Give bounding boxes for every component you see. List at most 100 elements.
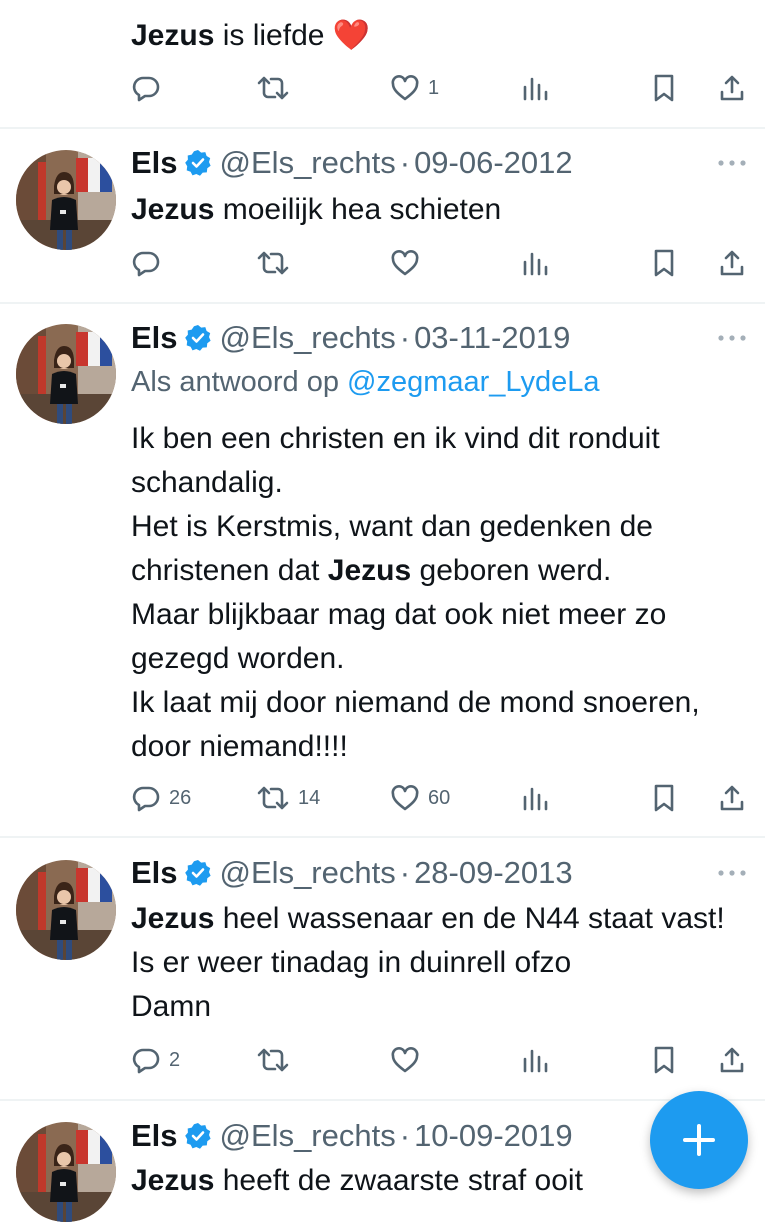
tweet-date[interactable]: 03-11-2019 [414, 320, 570, 356]
avatar-photo [16, 150, 116, 250]
share-button[interactable] [717, 1040, 747, 1080]
tweet-separator [0, 836, 765, 838]
retweet-icon [257, 251, 289, 275]
tweet-actions: 2 [131, 1040, 747, 1080]
separator-dot: · [399, 1118, 411, 1153]
more-button[interactable] [717, 143, 747, 183]
bookmark-icon [654, 784, 674, 812]
like-button[interactable] [390, 1040, 420, 1080]
compose-button[interactable] [650, 1091, 748, 1189]
reply-button[interactable] [131, 243, 161, 283]
author-name[interactable]: Els [131, 320, 178, 356]
reply-icon [132, 786, 160, 812]
views-icon [523, 787, 548, 811]
bookmark-icon [654, 74, 674, 102]
text-segment: geboren werd. [411, 554, 612, 587]
author-name[interactable]: Els [131, 855, 178, 891]
tweet-separator [0, 127, 765, 129]
avatar[interactable] [16, 324, 116, 424]
tweet-date[interactable]: 28-09-2013 [414, 855, 573, 891]
reply-icon [132, 1048, 160, 1074]
views-button[interactable] [521, 68, 549, 108]
text-segment: heeft de zwaarste straf ooit [214, 1164, 583, 1197]
tweet-header: Els @Els_rechts · 03-11-2019 [131, 318, 745, 358]
reply-count: 26 [169, 786, 192, 809]
avatar[interactable] [16, 1122, 116, 1222]
views-icon [523, 252, 548, 276]
like-button[interactable] [390, 243, 420, 283]
views-icon [523, 77, 548, 101]
share-button[interactable] [717, 68, 747, 108]
tweet-text: Jezus heeft de zwaarste straf ooit [131, 1159, 745, 1203]
author-handle[interactable]: @Els_rechts [220, 855, 396, 891]
retweet-button[interactable] [256, 1040, 290, 1080]
tweet-actions [131, 243, 747, 283]
share-button[interactable] [717, 243, 747, 283]
tweet-text: Jezus heel wassenaar en de N44 staat vas… [131, 897, 745, 1029]
tweet-actions: 26 14 60 [131, 778, 747, 818]
share-icon [720, 75, 744, 101]
author-handle[interactable]: @Els_rechts [220, 145, 396, 181]
bookmark-button[interactable] [651, 778, 677, 818]
highlighted-term: Jezus [131, 1164, 215, 1197]
reply-icon [132, 251, 160, 277]
highlighted-term: Jezus [131, 193, 215, 226]
highlighted-term: Jezus [131, 902, 215, 935]
retweet-count: 14 [298, 786, 321, 809]
bookmark-button[interactable] [651, 68, 677, 108]
bookmark-icon [654, 249, 674, 277]
more-button[interactable] [717, 853, 747, 893]
heart-emoji: ❤️ [332, 19, 371, 52]
retweet-icon [257, 76, 289, 100]
author-handle[interactable]: @Els_rechts [220, 320, 396, 356]
reply-prefix: Als antwoord op [131, 366, 348, 398]
share-icon [720, 785, 744, 811]
author-name[interactable]: Els [131, 145, 178, 181]
share-icon [720, 1047, 744, 1073]
heart-icon [391, 1047, 419, 1073]
more-button[interactable] [717, 318, 747, 358]
reply-button[interactable] [131, 68, 161, 108]
like-button[interactable]: 60 [390, 778, 450, 818]
reply-button[interactable]: 2 [131, 1040, 180, 1080]
bookmark-icon [654, 1046, 674, 1074]
author-name[interactable]: Els [131, 1118, 178, 1154]
verified-badge-icon [184, 324, 212, 352]
views-button[interactable] [521, 243, 549, 283]
avatar[interactable] [16, 860, 116, 960]
reply-button[interactable]: 26 [131, 778, 191, 818]
bookmark-button[interactable] [651, 243, 677, 283]
tweet-header: Els @Els_rechts · 28-09-2013 [131, 853, 745, 893]
views-button[interactable] [521, 778, 549, 818]
verified-badge-icon [184, 149, 212, 177]
text-segment: Ik ben een christen en ik vind dit rondu… [131, 422, 660, 499]
text-segment: Maar blijkbaar mag dat ook niet meer zo … [131, 598, 667, 675]
like-count: 1 [428, 76, 440, 99]
tweet-header: Els @Els_rechts · 09-06-2012 [131, 143, 745, 183]
text-segment: Damn [131, 990, 212, 1023]
separator-dot: · [399, 320, 411, 355]
reply-count: 2 [169, 1048, 181, 1071]
heart-icon [391, 785, 419, 811]
views-button[interactable] [521, 1040, 549, 1080]
views-icon [523, 1049, 548, 1073]
retweet-button[interactable]: 14 [256, 778, 320, 818]
reply-mention-link[interactable]: @zegmaar_LydeLa [347, 366, 599, 398]
share-icon [720, 250, 744, 276]
retweet-button[interactable] [256, 68, 290, 108]
share-button[interactable] [717, 778, 747, 818]
bookmark-button[interactable] [651, 1040, 677, 1080]
like-button[interactable]: 1 [390, 68, 439, 108]
retweet-button[interactable] [256, 243, 290, 283]
avatar-photo [16, 1122, 116, 1222]
like-count: 60 [428, 786, 451, 809]
author-handle[interactable]: @Els_rechts [220, 1118, 396, 1154]
compose-plus-icon [683, 1124, 715, 1156]
tweet-date[interactable]: 10-09-2019 [414, 1118, 573, 1154]
tweet-date[interactable]: 09-06-2012 [414, 145, 573, 181]
avatar[interactable] [16, 150, 116, 250]
tweet-separator [0, 1099, 765, 1101]
tweet-actions: 1 [131, 68, 747, 108]
avatar-photo [16, 860, 116, 960]
verified-badge-icon [184, 859, 212, 887]
